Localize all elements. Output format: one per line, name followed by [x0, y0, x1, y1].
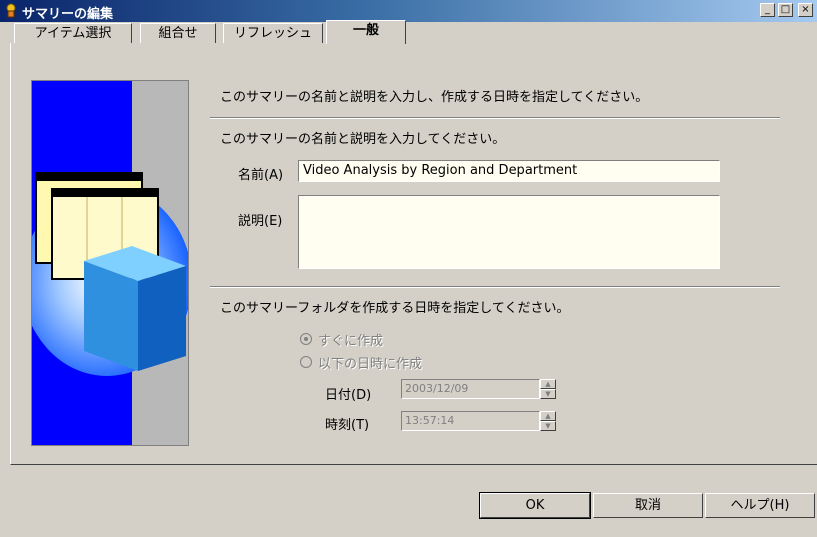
name-section-heading: このサマリーの名前と説明を入力してください。	[220, 132, 506, 147]
tab-combination[interactable]: 組合せ	[140, 23, 216, 43]
create-later-radio[interactable]	[300, 356, 312, 368]
name-input[interactable]: Video Analysis by Region and Department	[298, 160, 720, 182]
create-now-label: すぐに作成	[318, 334, 384, 349]
spin-up-icon[interactable]: ▲	[540, 411, 556, 421]
create-later-label: 以下の日時に作成	[318, 357, 423, 372]
tab-item-selection[interactable]: アイテム選択	[14, 23, 132, 43]
intro-text: このサマリーの名前と説明を入力し、作成する日時を指定してください。	[220, 90, 649, 105]
description-label: 説明(E)	[238, 214, 283, 229]
maximize-button[interactable]: □	[778, 3, 793, 17]
window-title: サマリーの編集	[22, 7, 114, 22]
title-bar: サマリーの編集 _ □ ×	[0, 0, 817, 22]
create-now-radio[interactable]	[300, 333, 312, 345]
separator	[210, 117, 780, 119]
side-illustration	[31, 80, 189, 446]
time-field[interactable]: 13:57:14	[401, 411, 540, 431]
spin-down-icon[interactable]: ▼	[540, 421, 556, 431]
time-spinner[interactable]: ▲ ▼	[540, 411, 556, 431]
schedule-section-heading: このサマリーフォルダを作成する日時を指定してください。	[220, 301, 570, 316]
date-spinner[interactable]: ▲ ▼	[540, 379, 556, 399]
cancel-button[interactable]: 取消	[593, 493, 703, 518]
name-label: 名前(A)	[238, 168, 284, 183]
tab-general[interactable]: 一般	[326, 20, 406, 44]
app-icon	[6, 3, 16, 18]
ok-button[interactable]: OK	[479, 492, 591, 519]
date-field[interactable]: 2003/12/09	[401, 379, 540, 399]
summary-illustration-icon	[32, 81, 188, 445]
close-button[interactable]: ×	[798, 3, 813, 17]
description-input[interactable]	[298, 195, 720, 269]
date-label: 日付(D)	[325, 388, 372, 403]
spin-down-icon[interactable]: ▼	[540, 389, 556, 399]
time-label: 時刻(T)	[325, 418, 370, 433]
separator	[210, 286, 780, 288]
tab-refresh[interactable]: リフレッシュ	[223, 23, 323, 43]
spin-up-icon[interactable]: ▲	[540, 379, 556, 389]
minimize-button[interactable]: _	[760, 3, 775, 17]
help-button[interactable]: ヘルプ(H)	[705, 493, 815, 518]
